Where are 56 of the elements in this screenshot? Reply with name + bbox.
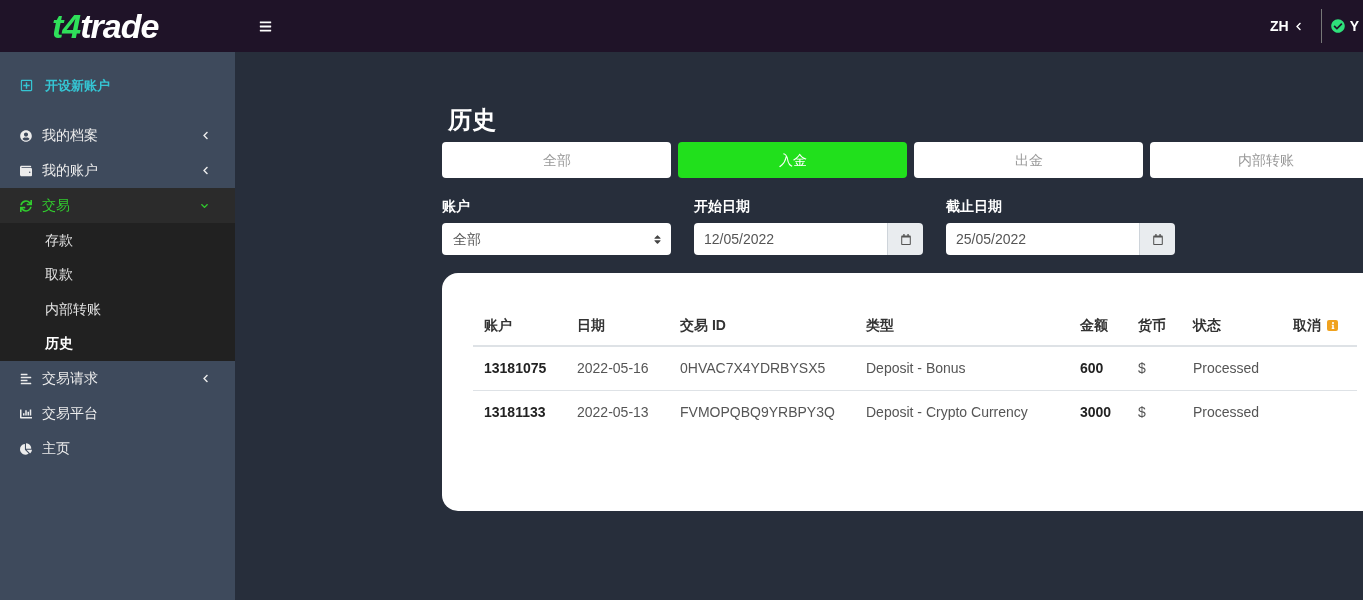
sort-arrows-icon	[654, 233, 661, 245]
table-cell-text: 13181075	[483, 359, 548, 378]
column-header: 日期	[577, 315, 605, 335]
table-cell-text: $	[1137, 359, 1147, 378]
column-header: 状态	[1193, 315, 1221, 335]
sidebar-item[interactable]: 主页	[0, 431, 235, 466]
sidebar-item[interactable]: 我的档案	[0, 118, 235, 153]
column-header: 交易 ID	[680, 315, 726, 335]
user-menu[interactable]: Y	[1330, 15, 1359, 37]
table-cell-text: 2022-05-16	[576, 359, 650, 378]
start-date-field[interactable]: 12/05/2022	[694, 223, 887, 255]
new-account-link[interactable]: 开设新账户	[0, 68, 235, 103]
table-cell-text: FVMOPQBQ9YRBPY3Q	[679, 402, 836, 422]
table-cell-text: 600	[1079, 359, 1105, 378]
info-icon	[1327, 319, 1338, 331]
sidebar-item[interactable]: 交易	[0, 188, 235, 223]
sidebar-item[interactable]: 交易请求	[0, 361, 235, 396]
table-cell-text: Deposit - Bonus	[865, 359, 967, 378]
table-cell-text: 3000	[1079, 402, 1113, 422]
table-cell-text: $	[1137, 402, 1147, 422]
sidebar-subitem[interactable]: 历史	[0, 326, 235, 361]
table-cell-text: 0HVAC7X4YDRBYSX5	[679, 359, 827, 378]
refresh-icon	[20, 199, 32, 212]
table-cell-text: 13181133	[483, 402, 547, 422]
sidebar-item[interactable]: 我的账户	[0, 153, 235, 188]
column-header: 类型	[866, 315, 894, 335]
calendar-icon	[900, 233, 911, 245]
pie-chart-icon	[20, 442, 32, 455]
page-title: 历史	[448, 105, 497, 135]
bar-chart-icon	[20, 407, 32, 420]
field-label: 截止日期	[946, 197, 1003, 216]
calendar-button[interactable]	[1139, 223, 1175, 255]
column-header: 金额	[1080, 315, 1108, 335]
table-cell-text: Processed	[1192, 359, 1261, 378]
sidebar-item[interactable]: 交易平台	[0, 396, 235, 431]
column-header: 取消	[1293, 315, 1321, 335]
wallet-icon	[20, 164, 32, 177]
table-cell-text: Deposit - Crypto Currency	[865, 402, 1029, 422]
logo[interactable]: t4trade	[52, 8, 159, 44]
calendar-button[interactable]	[887, 223, 923, 255]
menu-icon[interactable]	[258, 19, 273, 33]
account-select[interactable]: 全部	[442, 223, 671, 255]
end-date-field[interactable]: 25/05/2022	[946, 223, 1139, 255]
table-cell-text: 2022-05-13	[576, 402, 650, 422]
text-lines-icon	[20, 372, 32, 385]
sidebar-subitem[interactable]: 内部转账	[0, 292, 235, 327]
chevron-left-icon	[1294, 21, 1302, 31]
column-header: 账户	[484, 315, 512, 335]
field-label: 账户	[442, 197, 471, 216]
calendar-icon	[1152, 233, 1163, 245]
language-selector[interactable]: ZH	[1270, 15, 1302, 37]
sidebar-subitem[interactable]: 存款	[0, 223, 235, 258]
field-label: 开始日期	[694, 197, 751, 216]
column-header: 货币	[1138, 315, 1166, 335]
table-cell-text: Processed	[1192, 402, 1261, 422]
sidebar-subitem[interactable]: 取款	[0, 257, 235, 292]
